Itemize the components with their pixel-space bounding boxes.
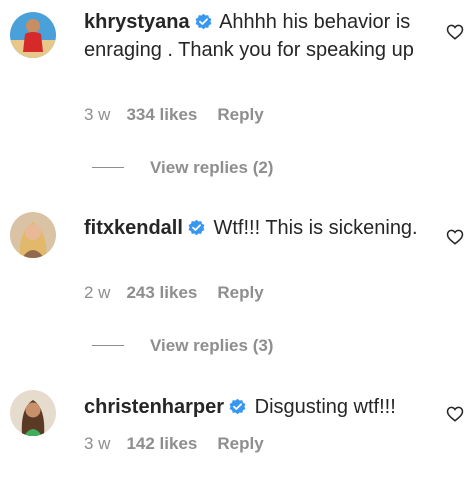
comment-likes[interactable]: 334 likes [126, 105, 197, 124]
comment-body: Wtf!!! This is sickening. [213, 217, 418, 239]
comment-likes[interactable]: 142 likes [126, 434, 197, 453]
reply-button[interactable]: Reply [217, 283, 263, 302]
divider-line [92, 167, 124, 168]
comment-meta: 3 w 334 likes Reply [84, 105, 264, 125]
avatar[interactable] [10, 12, 56, 58]
comment-username[interactable]: khrystyana [84, 11, 190, 33]
avatar[interactable] [10, 212, 56, 258]
comment-text-block: christenharper Disgusting wtf!!! [84, 393, 424, 421]
comment-username[interactable]: christenharper [84, 396, 224, 418]
comment-timestamp: 3 w [84, 105, 111, 124]
divider-line [92, 345, 124, 346]
comment-meta: 2 w 243 likes Reply [84, 283, 264, 303]
view-replies-label: View replies (3) [150, 336, 274, 355]
comment-text-block: fitxkendall Wtf!!! This is sickening. [84, 214, 424, 242]
view-replies-label: View replies (2) [150, 158, 274, 177]
comment-timestamp: 2 w [84, 283, 111, 302]
heart-outline-icon[interactable] [446, 405, 464, 423]
heart-outline-icon[interactable] [446, 23, 464, 41]
comment-meta: 3 w 142 likes Reply [84, 434, 264, 454]
comment-text-block: khrystyana Ahhhh his behavior is enragin… [84, 8, 424, 64]
avatar[interactable] [10, 390, 56, 436]
verified-badge-icon [228, 397, 247, 416]
verified-badge-icon [194, 12, 213, 31]
view-replies-button[interactable]: View replies (2) [92, 158, 273, 178]
comment-body: Disgusting wtf!!! [254, 396, 396, 418]
comment-timestamp: 3 w [84, 434, 111, 453]
heart-outline-icon[interactable] [446, 228, 464, 246]
comment-likes[interactable]: 243 likes [126, 283, 197, 302]
view-replies-button[interactable]: View replies (3) [92, 336, 273, 356]
reply-button[interactable]: Reply [217, 105, 263, 124]
verified-badge-icon [187, 218, 206, 237]
comment-username[interactable]: fitxkendall [84, 217, 183, 239]
reply-button[interactable]: Reply [217, 434, 263, 453]
